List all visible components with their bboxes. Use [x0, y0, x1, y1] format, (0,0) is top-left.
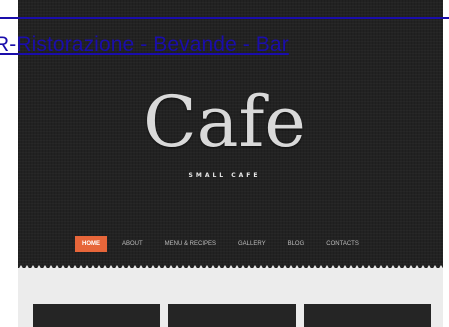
content-card: [304, 304, 431, 327]
nav-item-about[interactable]: ABOUT: [115, 236, 150, 252]
caption-link[interactable]: R-Ristorazione - Bevande - Bar: [0, 33, 289, 57]
main-nav: HOME ABOUT MENU & RECIPES GALLERY BLOG C…: [75, 236, 374, 252]
torn-edge-divider: [18, 263, 443, 270]
nav-item-menu-recipes[interactable]: MENU & RECIPES: [158, 236, 223, 252]
content-card: [168, 304, 296, 327]
site-tagline: SMALL CAFE: [188, 172, 261, 179]
nav-item-blog[interactable]: BLOG: [281, 236, 312, 252]
nav-item-gallery[interactable]: GALLERY: [231, 236, 273, 252]
nav-item-home[interactable]: HOME: [75, 236, 107, 252]
site-logo: Cafe: [143, 81, 306, 163]
nav-item-contacts[interactable]: CONTACTS: [319, 236, 366, 252]
content-card: [33, 304, 160, 327]
header-rule: [0, 17, 449, 19]
